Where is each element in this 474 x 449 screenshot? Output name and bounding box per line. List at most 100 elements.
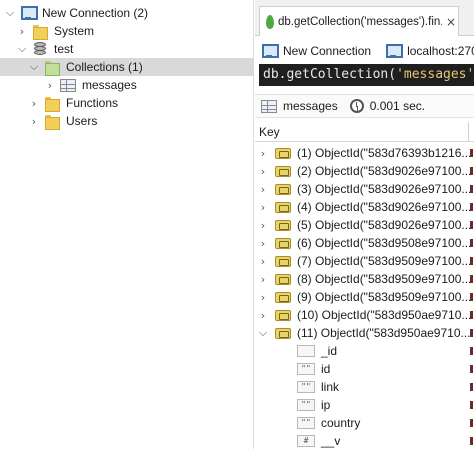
chevron-right-icon[interactable]: › bbox=[257, 180, 269, 198]
monitor-icon bbox=[261, 43, 279, 59]
field-row[interactable]: "" id bbox=[255, 360, 474, 378]
tree-item-system[interactable]: › System bbox=[0, 22, 254, 40]
value-marker bbox=[470, 239, 473, 247]
document-row[interactable]: › (5) ObjectId("583d9026e97100... bbox=[255, 216, 474, 234]
tree-item-functions[interactable]: › Functions bbox=[0, 94, 254, 112]
chevron-right-icon[interactable]: › bbox=[44, 76, 56, 94]
value-marker bbox=[470, 437, 473, 445]
document-row[interactable]: ⌵ (11) ObjectId("583d950ae9710... bbox=[255, 324, 474, 342]
chevron-right-icon[interactable]: › bbox=[257, 216, 269, 234]
connection-name[interactable]: New Connection bbox=[261, 43, 371, 59]
field-row[interactable]: "" country bbox=[255, 414, 474, 432]
field-name: link bbox=[321, 380, 340, 394]
field-row[interactable]: # __v bbox=[255, 432, 474, 449]
chevron-right-icon[interactable]: › bbox=[28, 112, 40, 130]
document-row[interactable]: › (3) ObjectId("583d9026e97100... bbox=[255, 180, 474, 198]
chevron-right-icon[interactable]: › bbox=[257, 252, 269, 270]
object-icon bbox=[275, 327, 291, 339]
monitor-icon bbox=[20, 5, 38, 21]
server-icon bbox=[385, 43, 404, 59]
document-key: (2) ObjectId("583d9026e97100... bbox=[297, 164, 472, 178]
document-row[interactable]: › (1) ObjectId("583d76393b1216... bbox=[255, 144, 474, 162]
object-icon bbox=[275, 201, 291, 213]
result-collection: messages bbox=[283, 99, 338, 113]
connection-name-label: New Connection bbox=[283, 44, 372, 58]
chevron-right-icon[interactable]: › bbox=[257, 270, 269, 288]
field-row[interactable]: "" ip bbox=[255, 396, 474, 414]
document-key: (7) ObjectId("583d9509e97100... bbox=[297, 254, 472, 268]
document-row[interactable]: › (2) ObjectId("583d9026e97100... bbox=[255, 162, 474, 180]
document-key: (8) ObjectId("583d9509e97100... bbox=[297, 272, 472, 286]
result-time: 0.001 sec. bbox=[369, 99, 426, 113]
chevron-right-icon[interactable]: › bbox=[257, 234, 269, 252]
tree-item-label: Functions bbox=[66, 96, 119, 110]
field-row[interactable]: "" link bbox=[255, 378, 474, 396]
column-header-key[interactable]: Key bbox=[255, 122, 474, 142]
document-row[interactable]: › (8) ObjectId("583d9509e97100... bbox=[255, 270, 474, 288]
folder-icon bbox=[44, 95, 60, 112]
query-string: 'messages' bbox=[396, 67, 474, 82]
document-key: (4) ObjectId("583d9026e97100... bbox=[297, 200, 472, 214]
column-divider[interactable] bbox=[468, 122, 469, 142]
field-name: id bbox=[321, 362, 331, 376]
value-marker bbox=[470, 293, 473, 301]
column-header-label: Key bbox=[259, 124, 280, 139]
field-row[interactable]: _id bbox=[255, 342, 474, 360]
connection-host[interactable]: localhost:27017 bbox=[385, 43, 474, 59]
tree-item-users[interactable]: › Users bbox=[0, 112, 254, 130]
field-name: ip bbox=[321, 398, 331, 412]
value-marker bbox=[470, 311, 473, 319]
string-type-icon: "" bbox=[297, 381, 315, 393]
document-row[interactable]: › (10) ObjectId("583d950ae9710... bbox=[255, 306, 474, 324]
chevron-down-icon[interactable]: ⌵ bbox=[4, 4, 16, 22]
tab-bar: db.getCollection('messages').fin... × bbox=[255, 0, 474, 36]
field-name: country bbox=[321, 416, 361, 430]
tree-item-label: Collections (1) bbox=[66, 60, 143, 74]
document-row[interactable]: › (4) ObjectId("583d9026e97100... bbox=[255, 198, 474, 216]
document-row[interactable]: › (6) ObjectId("583d9508e97100... bbox=[255, 234, 474, 252]
tab-title: db.getCollection('messages').fin... bbox=[278, 15, 442, 28]
chevron-right-icon[interactable]: › bbox=[257, 306, 269, 324]
tree-item-label: New Connection (2) bbox=[42, 6, 149, 20]
tab-query[interactable]: db.getCollection('messages').fin... × bbox=[259, 6, 459, 36]
document-row[interactable]: › (9) ObjectId("583d9509e97100... bbox=[255, 288, 474, 306]
tree-item-new-connection[interactable]: ⌵ New Connection (2) bbox=[0, 4, 254, 22]
value-marker bbox=[470, 275, 473, 283]
tree-item-label: Users bbox=[66, 114, 98, 128]
chevron-down-icon[interactable]: ⌵ bbox=[257, 324, 269, 342]
document-key: (9) ObjectId("583d9509e97100... bbox=[297, 290, 472, 304]
tree-item-test-database[interactable]: ⌵ test bbox=[0, 40, 254, 58]
chevron-right-icon[interactable]: › bbox=[16, 22, 28, 40]
query-code: db.getCollection( bbox=[263, 67, 397, 82]
tree-item-messages[interactable]: › messages bbox=[0, 76, 254, 94]
query-editor[interactable]: db.getCollection('messages' bbox=[259, 64, 474, 86]
string-type-icon: "" bbox=[297, 399, 315, 411]
value-marker bbox=[470, 203, 473, 211]
object-icon bbox=[275, 183, 291, 195]
object-icon bbox=[275, 219, 291, 231]
tree-item-collections[interactable]: ⌵ Collections (1) bbox=[0, 58, 254, 76]
connection-bar: New Connection localhost:27017 bbox=[255, 40, 474, 62]
chevron-right-icon[interactable]: › bbox=[257, 288, 269, 306]
chevron-down-icon[interactable]: ⌵ bbox=[28, 58, 40, 76]
chevron-right-icon[interactable]: › bbox=[28, 94, 40, 112]
document-key: (11) ObjectId("583d950ae9710... bbox=[297, 326, 471, 340]
value-marker bbox=[470, 419, 473, 427]
chevron-right-icon[interactable]: › bbox=[257, 198, 269, 216]
value-marker bbox=[470, 167, 473, 175]
field-name: __v bbox=[321, 434, 341, 448]
chevron-right-icon[interactable]: › bbox=[257, 144, 269, 162]
folder-icon bbox=[44, 113, 60, 130]
object-icon bbox=[275, 165, 291, 177]
query-pane: db.getCollection('messages').fin... × Ne… bbox=[255, 0, 474, 449]
chevron-down-icon[interactable]: ⌵ bbox=[16, 40, 28, 58]
chevron-right-icon[interactable]: › bbox=[257, 162, 269, 180]
database-icon bbox=[32, 41, 48, 57]
object-icon bbox=[275, 273, 291, 285]
folder-icon bbox=[32, 23, 48, 40]
value-marker bbox=[470, 149, 473, 157]
string-type-icon: "" bbox=[297, 363, 315, 375]
close-icon[interactable]: × bbox=[446, 15, 456, 29]
document-row[interactable]: › (7) ObjectId("583d9509e97100... bbox=[255, 252, 474, 270]
tree-item-label: messages bbox=[82, 78, 137, 92]
